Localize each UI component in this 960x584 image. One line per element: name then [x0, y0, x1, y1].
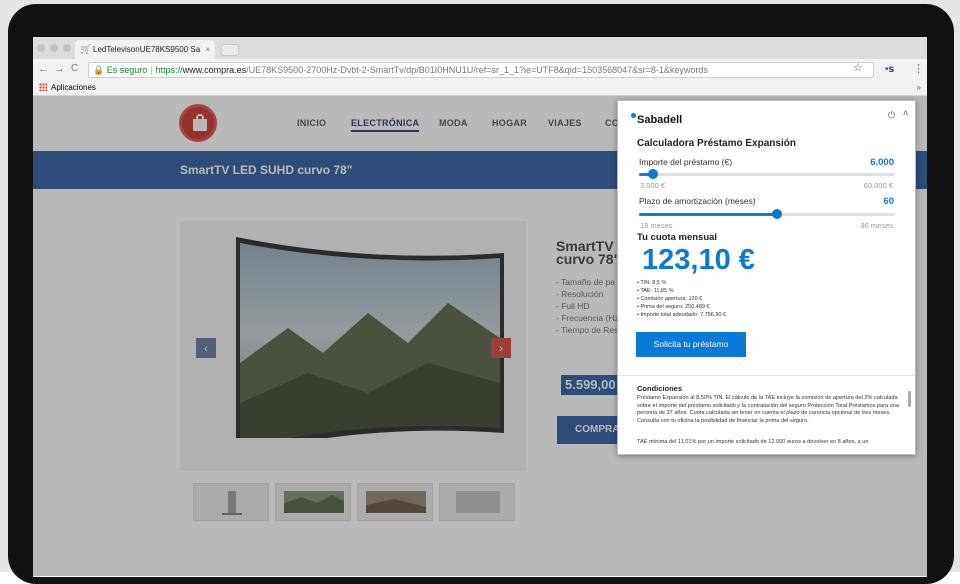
calculator-title: Calculadora Préstamo Expansión — [637, 138, 796, 149]
bookmark-apps[interactable]: Aplicaciones — [51, 83, 96, 92]
secure-label: Es seguro — [106, 65, 148, 75]
brand-name: Sabadell — [637, 114, 683, 126]
detail-tae: • TAE: 11,85 % — [637, 288, 674, 294]
term-slider-handle[interactable] — [772, 209, 783, 219]
lock-icon: 🔒 — [93, 65, 105, 75]
detail-total: • Importe total adeudado: 7.756,90 € — [637, 312, 727, 318]
amount-label: Importe del préstamo (€) — [639, 157, 733, 167]
close-window-button[interactable] — [37, 44, 45, 52]
more-bookmarks-icon[interactable]: » — [917, 81, 921, 95]
monthly-payment: 123,10 € — [642, 244, 755, 276]
tab-close-icon[interactable]: × — [205, 40, 210, 59]
url-scheme: https:// — [155, 65, 183, 75]
term-max: 96 meses — [860, 221, 893, 230]
amount-value: 6.000 — [870, 157, 894, 168]
laptop-frame: 🛒 LedTelevisonUE78KS9500 Sa × ← → C 🔒 Es… — [0, 0, 960, 584]
sabadell-logo: Sabadell — [631, 113, 682, 126]
conditions-text: Préstamo Expansión al 8,50% TIN. El cálc… — [637, 395, 900, 424]
sabadell-dot-icon — [631, 113, 636, 118]
address-toolbar: ← → C 🔒 Es seguro | https://www.compra.es/… — [33, 59, 927, 81]
amount-min: 3.000 € — [640, 181, 666, 190]
conditions-title: Condiciones — [637, 384, 683, 393]
browser-tab[interactable]: 🛒 LedTelevisonUE78KS9500 Sa × — [75, 40, 215, 59]
url-bar[interactable]: 🔒 Es seguro | https://www.compra.es/UE78KS… — [88, 62, 874, 78]
conditions-text-2: TAE mínima del 11,01% por un importe sol… — [637, 439, 869, 445]
browser-menu-icon[interactable]: ⋮ — [913, 62, 924, 75]
url-path: /UE78KS9500-2700Hz-Dvbt-2-SmartTv/dp/B01… — [246, 65, 708, 75]
forward-arrow-icon[interactable]: → — [54, 63, 65, 75]
detail-tin: • TIN: 8,5 % — [637, 280, 667, 286]
back-arrow-icon[interactable]: ← — [38, 63, 49, 75]
sabadell-extension-icon[interactable]: •s — [885, 64, 894, 75]
detail-commission: • Comisión apertura: 120 € — [637, 296, 703, 302]
window-controls — [37, 44, 71, 52]
divider — [618, 375, 915, 376]
loan-calculator-popup: Sabadell ⏻ ˄ Calculadora Préstamo Expans… — [617, 100, 916, 455]
term-label: Plazo de amortización (meses) — [639, 196, 756, 206]
term-slider[interactable] — [639, 209, 895, 219]
amount-slider-handle[interactable] — [647, 169, 658, 179]
apps-icon — [39, 83, 47, 91]
bookmarks-bar: Aplicaciones » — [33, 81, 927, 96]
term-slider-fill — [639, 213, 778, 216]
extension-label: s — [888, 64, 895, 75]
tab-title: LedTelevisonUE78KS9500 Sa — [93, 45, 201, 54]
minimize-window-button[interactable] — [50, 44, 58, 52]
monthly-label: Tu cuota mensual — [637, 232, 718, 243]
cart-icon: 🛒 — [80, 44, 92, 54]
request-loan-button[interactable]: Solicita tu préstamo — [636, 332, 746, 357]
maximize-window-button[interactable] — [63, 44, 71, 52]
url-separator: | — [150, 65, 153, 75]
detail-insurance: • Prima del seguro: 250,489 € — [637, 304, 710, 310]
amount-slider[interactable] — [639, 169, 895, 179]
url-host: www.compra.es — [182, 65, 247, 75]
new-tab-button[interactable] — [221, 44, 239, 56]
collapse-icon[interactable]: ˄ — [903, 108, 908, 118]
tab-bar: 🛒 LedTelevisonUE78KS9500 Sa × — [33, 37, 927, 59]
reload-icon[interactable]: C — [71, 63, 78, 74]
term-min: 18 meses — [640, 221, 673, 230]
conditions-scrollbar[interactable] — [908, 391, 911, 407]
bookmark-star-icon[interactable]: ☆ — [853, 61, 863, 74]
term-value: 60 — [883, 196, 894, 207]
amount-max: 60.000 € — [863, 181, 893, 190]
screen: 🛒 LedTelevisonUE78KS9500 Sa × ← → C 🔒 Es… — [33, 37, 927, 577]
power-icon[interactable]: ⏻ — [888, 110, 895, 121]
